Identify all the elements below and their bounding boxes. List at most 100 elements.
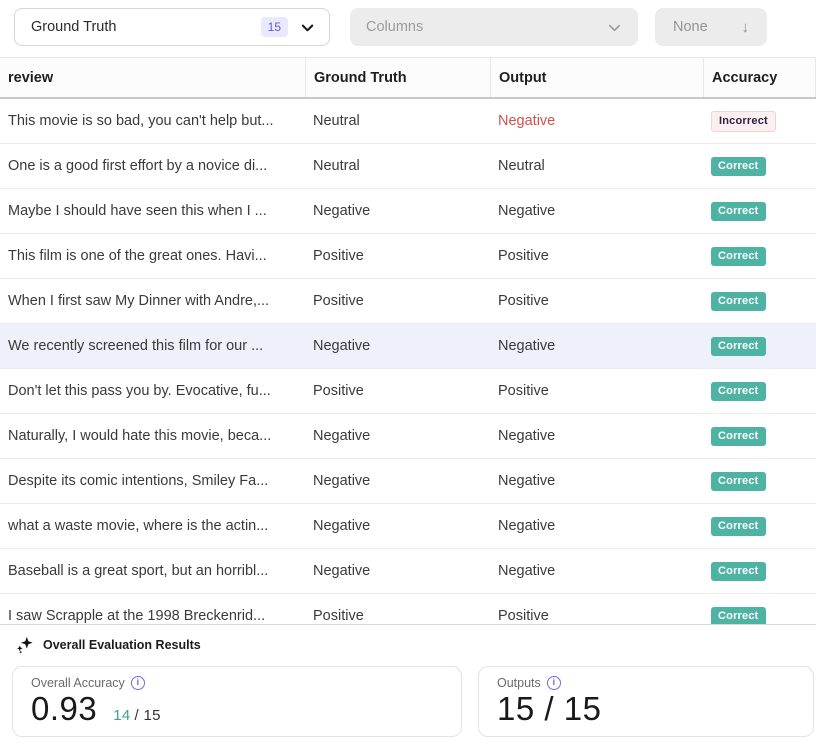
evaluation-results-page: Ground Truth 15 Columns None ↓ review Gr… <box>0 0 816 747</box>
overall-accuracy-fraction: 14/ 15 <box>113 707 161 724</box>
column-header-review[interactable]: review <box>0 58 305 97</box>
accuracy-cell: Incorrect <box>703 111 816 132</box>
output-cell: Positive <box>490 248 703 264</box>
info-icon[interactable] <box>131 676 145 690</box>
ground-truth-cell: Negative <box>305 518 490 534</box>
accuracy-cell: Correct <box>703 607 816 626</box>
output-cell: Negative <box>490 203 703 219</box>
review-cell: Despite its comic intentions, Smiley Fa.… <box>0 473 305 489</box>
sparkles-icon <box>16 636 34 654</box>
accuracy-cell: Correct <box>703 202 816 221</box>
review-cell: Don't let this pass you by. Evocative, f… <box>0 383 305 399</box>
accuracy-badge: Correct <box>711 247 766 266</box>
ground-truth-cell: Positive <box>305 248 490 264</box>
row-count-badge: 15 <box>261 17 288 37</box>
accuracy-cell: Correct <box>703 427 816 446</box>
accuracy-badge: Correct <box>711 202 766 221</box>
ground-truth-cell: Positive <box>305 608 490 624</box>
overall-accuracy-value-row: 0.93 14/ 15 <box>31 691 443 727</box>
output-cell: Positive <box>490 383 703 399</box>
outputs-label: Outputs <box>497 676 541 690</box>
table-row[interactable]: We recently screened this film for our .… <box>0 324 816 369</box>
dataset-select-label: Ground Truth <box>31 19 249 35</box>
accuracy-cell: Correct <box>703 292 816 311</box>
arrow-down-icon: ↓ <box>742 19 750 36</box>
accuracy-cell: Correct <box>703 472 816 491</box>
output-cell: Negative <box>490 113 703 129</box>
chevron-down-icon <box>300 20 315 35</box>
outputs-value-row: 15 / 15 <box>497 691 795 727</box>
fraction-numerator: 14 <box>113 707 130 724</box>
accuracy-badge: Incorrect <box>711 111 776 132</box>
output-cell: Negative <box>490 518 703 534</box>
table-row[interactable]: This film is one of the great ones. Havi… <box>0 234 816 279</box>
columns-select[interactable]: Columns <box>350 8 638 46</box>
accuracy-cell: Correct <box>703 247 816 266</box>
table-row[interactable]: Naturally, I would hate this movie, beca… <box>0 414 816 459</box>
column-header-accuracy[interactable]: Accuracy <box>703 58 816 97</box>
accuracy-badge: Correct <box>711 517 766 536</box>
ground-truth-cell: Negative <box>305 473 490 489</box>
overall-accuracy-label-row: Overall Accuracy <box>31 676 443 690</box>
review-cell: I saw Scrapple at the 1998 Breckenrid... <box>0 608 305 624</box>
overall-results-title: Overall Evaluation Results <box>43 638 201 652</box>
sort-button[interactable]: None ↓ <box>655 8 767 46</box>
accuracy-badge: Correct <box>711 337 766 356</box>
outputs-card: Outputs 15 / 15 <box>478 666 814 737</box>
ground-truth-cell: Neutral <box>305 113 490 129</box>
column-header-output[interactable]: Output <box>490 58 703 97</box>
columns-select-placeholder: Columns <box>366 19 607 35</box>
output-cell: Positive <box>490 608 703 624</box>
chevron-down-icon <box>607 20 622 35</box>
output-cell: Negative <box>490 473 703 489</box>
ground-truth-cell: Positive <box>305 383 490 399</box>
accuracy-badge: Correct <box>711 562 766 581</box>
accuracy-cell: Correct <box>703 562 816 581</box>
accuracy-badge: Correct <box>711 607 766 626</box>
table-row[interactable]: When I first saw My Dinner with Andre,..… <box>0 279 816 324</box>
dataset-select[interactable]: Ground Truth 15 <box>14 8 330 46</box>
overall-accuracy-card: Overall Accuracy 0.93 14/ 15 <box>12 666 462 737</box>
ground-truth-cell: Neutral <box>305 158 490 174</box>
ground-truth-cell: Positive <box>305 293 490 309</box>
accuracy-cell: Correct <box>703 517 816 536</box>
overall-accuracy-value: 0.93 <box>31 691 97 727</box>
results-table: review Ground Truth Output Accuracy This… <box>0 57 816 639</box>
ground-truth-cell: Negative <box>305 203 490 219</box>
review-cell: We recently screened this film for our .… <box>0 338 305 354</box>
output-cell: Negative <box>490 428 703 444</box>
accuracy-badge: Correct <box>711 427 766 446</box>
accuracy-badge: Correct <box>711 382 766 401</box>
table-row[interactable]: Don't let this pass you by. Evocative, f… <box>0 369 816 414</box>
info-icon[interactable] <box>547 676 561 690</box>
table-row[interactable]: This movie is so bad, you can't help but… <box>0 99 816 144</box>
accuracy-badge: Correct <box>711 292 766 311</box>
review-cell: One is a good first effort by a novice d… <box>0 158 305 174</box>
output-cell: Negative <box>490 563 703 579</box>
overall-accuracy-label: Overall Accuracy <box>31 676 125 690</box>
table-row[interactable]: One is a good first effort by a novice d… <box>0 144 816 189</box>
accuracy-cell: Correct <box>703 157 816 176</box>
accuracy-badge: Correct <box>711 472 766 491</box>
output-cell: Positive <box>490 293 703 309</box>
column-header-ground-truth[interactable]: Ground Truth <box>305 58 490 97</box>
ground-truth-cell: Negative <box>305 338 490 354</box>
accuracy-cell: Correct <box>703 337 816 356</box>
table-row[interactable]: what a waste movie, where is the actin..… <box>0 504 816 549</box>
overall-results-header: Overall Evaluation Results <box>16 636 816 654</box>
outputs-value: 15 / 15 <box>497 691 601 727</box>
review-cell: This movie is so bad, you can't help but… <box>0 113 305 129</box>
table-row[interactable]: Despite its comic intentions, Smiley Fa.… <box>0 459 816 504</box>
review-cell: This film is one of the great ones. Havi… <box>0 248 305 264</box>
outputs-label-row: Outputs <box>497 676 795 690</box>
overall-results-panel: Overall Evaluation Results Overall Accur… <box>0 624 816 747</box>
sort-button-label: None <box>673 19 708 35</box>
table-row[interactable]: Maybe I should have seen this when I ...… <box>0 189 816 234</box>
accuracy-badge: Correct <box>711 157 766 176</box>
output-cell: Negative <box>490 338 703 354</box>
table-row[interactable]: Baseball is a great sport, but an horrib… <box>0 549 816 594</box>
table-body: This movie is so bad, you can't help but… <box>0 99 816 639</box>
review-cell: Maybe I should have seen this when I ... <box>0 203 305 219</box>
accuracy-cell: Correct <box>703 382 816 401</box>
ground-truth-cell: Negative <box>305 428 490 444</box>
